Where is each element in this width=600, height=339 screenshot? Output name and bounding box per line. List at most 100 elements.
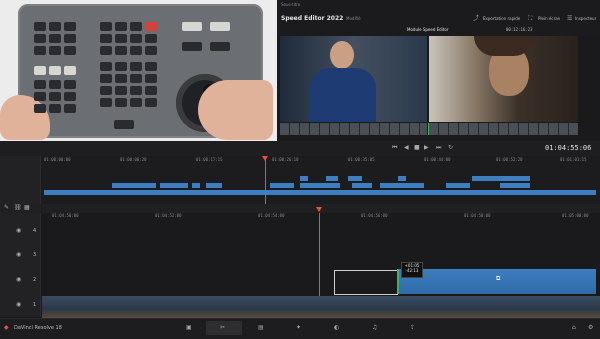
hardware-key — [145, 22, 157, 31]
hardware-key — [145, 86, 157, 95]
resolve-logo-icon: ◆ — [4, 324, 9, 331]
hardware-key — [49, 92, 61, 101]
gear-icon[interactable]: ⚙ — [588, 325, 593, 331]
viewer-mode-select[interactable]: Module Speed Editor — [407, 27, 448, 32]
track-eye-icon[interactable]: ◉ — [16, 252, 21, 258]
hardware-key — [100, 86, 112, 95]
upper-playhead[interactable] — [265, 156, 266, 204]
loop-icon[interactable]: ↻ — [448, 145, 453, 151]
lower-playhead-head[interactable] — [316, 207, 322, 212]
upper-playhead-head[interactable] — [262, 156, 268, 161]
upper-clip[interactable] — [380, 183, 424, 188]
upper-clip[interactable] — [352, 183, 372, 188]
fusion-page-icon[interactable]: ✦ — [296, 325, 301, 331]
upper-clip[interactable] — [300, 183, 340, 188]
edit-page-icon[interactable]: ▤ — [258, 325, 264, 331]
video-clip-frame[interactable] — [154, 296, 183, 318]
fullscreen-icon[interactable]: ⛶ — [528, 16, 532, 22]
quick-export-button[interactable]: Exportation rapide — [483, 16, 520, 21]
video-clip-frame[interactable] — [126, 296, 155, 318]
video-clip-frame[interactable] — [42, 296, 71, 318]
home-icon[interactable]: ⌂ — [572, 325, 576, 331]
video-clip-frame[interactable] — [182, 296, 211, 318]
hardware-key — [64, 80, 76, 89]
timeline-filmstrip[interactable] — [429, 123, 578, 135]
video-clip-frame[interactable] — [350, 296, 379, 318]
video-clip-frame[interactable] — [70, 296, 99, 318]
upper-clip[interactable] — [112, 183, 156, 188]
hardware-key — [64, 104, 76, 113]
video-clip-frame[interactable] — [378, 296, 407, 318]
upper-tick: 01:00:35:05 — [348, 157, 375, 162]
stop-icon[interactable]: ■ — [414, 145, 420, 151]
upper-timeline[interactable]: 01:00:00:00 01:00:08:20 01:00:17:15 01:0… — [0, 156, 600, 204]
hardware-key — [34, 22, 46, 31]
edit-mode-icon[interactable]: ✎ — [4, 205, 9, 211]
clip-edit-point[interactable] — [397, 269, 399, 294]
inspector-button[interactable]: Inspecteur — [575, 16, 596, 21]
deliver-page-icon[interactable]: ⇪ — [410, 325, 415, 331]
video-clip-frame[interactable] — [406, 296, 435, 318]
upper-clip[interactable] — [270, 183, 294, 188]
snap-icon[interactable]: ▦ — [24, 205, 30, 211]
upper-tick: 01:00:08:20 — [120, 157, 147, 162]
upper-clip[interactable] — [300, 176, 308, 181]
video-clip-frame[interactable] — [462, 296, 491, 318]
hardware-key — [100, 74, 112, 83]
lower-tick: 01:04:52:00 — [155, 213, 182, 218]
hardware-key — [130, 62, 142, 71]
upper-video-track[interactable] — [44, 190, 596, 195]
video-clip-frame[interactable] — [490, 296, 519, 318]
source-filmstrip[interactable] — [280, 123, 427, 135]
upper-clip[interactable] — [206, 183, 222, 188]
upper-clip[interactable] — [192, 183, 200, 188]
media-page-icon[interactable]: ▣ — [186, 325, 192, 331]
video-clip-frame[interactable] — [294, 296, 323, 318]
source-viewer[interactable] — [280, 36, 427, 122]
video-clip-frame[interactable] — [574, 296, 600, 318]
inspector-icon[interactable]: ☰ — [567, 16, 572, 22]
trim-selection-box[interactable] — [334, 270, 398, 295]
right-hand — [198, 80, 273, 140]
upper-tick: 01:01:01:15 — [560, 157, 587, 162]
video-clip-frame[interactable] — [238, 296, 267, 318]
link-icon[interactable]: ⛓ — [14, 205, 22, 211]
hardware-key — [130, 46, 142, 55]
video-clip-frame[interactable] — [434, 296, 463, 318]
video-clip-frame[interactable] — [546, 296, 575, 318]
lower-tick: 01:04:54:00 — [258, 213, 285, 218]
video-clip-frame[interactable] — [322, 296, 351, 318]
play-reverse-icon[interactable]: ◀ — [404, 145, 409, 151]
upper-clip[interactable] — [472, 176, 530, 181]
color-page-icon[interactable]: ◐ — [334, 325, 339, 331]
video-clip-frame[interactable] — [518, 296, 547, 318]
hardware-key — [64, 66, 76, 75]
upper-clip[interactable] — [348, 176, 362, 181]
transport-bar: ⏮ ◀ ■ ▶ ⏭ ↻ 01:04:55:06 — [0, 141, 600, 157]
upper-clip[interactable] — [500, 183, 530, 188]
hardware-key — [64, 34, 76, 43]
fairlight-page-icon[interactable]: ♫ — [372, 325, 377, 331]
skip-back-icon[interactable]: ⏮ — [392, 145, 397, 151]
hardware-key — [100, 34, 112, 43]
hardware-key — [115, 98, 127, 107]
track-eye-icon[interactable]: ◉ — [16, 302, 21, 308]
upper-clip[interactable] — [446, 183, 470, 188]
upper-clip[interactable] — [398, 176, 406, 181]
hardware-key — [130, 34, 142, 43]
track-eye-icon[interactable]: ◉ — [16, 228, 21, 234]
export-icon[interactable]: ⤴ — [473, 16, 479, 22]
skip-forward-icon[interactable]: ⏭ — [436, 145, 441, 151]
video-clip-frame[interactable] — [266, 296, 295, 318]
lower-tick: 01:05:00:00 — [562, 213, 589, 218]
timeline-viewer[interactable] — [429, 36, 578, 122]
track-eye-icon[interactable]: ◉ — [16, 277, 21, 283]
cut-page-icon[interactable]: ✂ — [220, 325, 225, 331]
upper-clip[interactable] — [326, 176, 338, 181]
full-screen-button[interactable]: Plein écran — [538, 16, 560, 21]
video-clip-frame[interactable] — [210, 296, 239, 318]
hardware-key — [49, 66, 61, 75]
play-icon[interactable]: ▶ — [424, 145, 429, 151]
upper-clip[interactable] — [160, 183, 188, 188]
video-clip-frame[interactable] — [98, 296, 127, 318]
